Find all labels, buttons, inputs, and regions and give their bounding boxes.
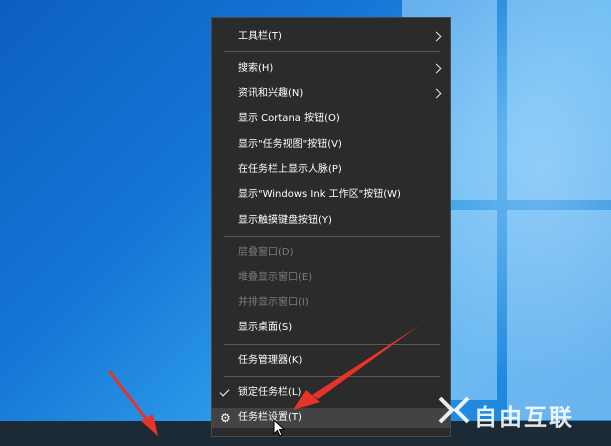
menu-separator [224, 51, 440, 52]
watermark: 自由互联 [430, 388, 611, 436]
menu-item-label: 工具栏(T) [238, 31, 282, 42]
menu-item-label: 资讯和兴趣(N) [238, 88, 304, 99]
checkmark-icon [219, 386, 230, 397]
menu-item-label: 显示桌面(S) [238, 322, 293, 333]
menu-item-show-people[interactable]: 在任务栏上显示人脉(P) [212, 160, 450, 180]
menu-item-label: 堆叠显示窗口(E) [238, 272, 313, 283]
menu-item-toolbars[interactable]: 工具栏(T) [212, 27, 450, 47]
menu-item-show-touch-keyboard[interactable]: 显示触摸键盘按钮(Y) [212, 211, 450, 231]
menu-item-label: 任务管理器(K) [238, 355, 303, 366]
menu-item-label: 显示"任务视图"按钮(V) [238, 139, 342, 150]
menu-item-taskbar-settings[interactable]: ⚙ 任务栏设置(T) [212, 408, 450, 428]
menu-item-label: 搜索(H) [238, 63, 274, 74]
mouse-cursor-icon [273, 419, 286, 437]
menu-item-label: 任务栏设置(T) [238, 412, 302, 423]
taskbar-context-menu: 工具栏(T) 搜索(H) 资讯和兴趣(N) 显示 Cortana 按钮(O) 显… [211, 17, 451, 437]
menu-item-stack-windows: 堆叠显示窗口(E) [212, 268, 450, 288]
menu-item-show-cortana[interactable]: 显示 Cortana 按钮(O) [212, 109, 450, 129]
chevron-right-icon [431, 31, 442, 42]
menu-item-show-desktop[interactable]: 显示桌面(S) [212, 318, 450, 338]
menu-item-label: 锁定任务栏(L) [238, 387, 302, 398]
gear-icon: ⚙ [220, 411, 231, 425]
menu-separator [224, 236, 440, 237]
chevron-right-icon [431, 63, 442, 74]
menu-item-side-by-side-windows: 并排显示窗口(I) [212, 293, 450, 313]
menu-item-news-interests[interactable]: 资讯和兴趣(N) [212, 84, 450, 104]
menu-item-search[interactable]: 搜索(H) [212, 59, 450, 79]
menu-item-task-manager[interactable]: 任务管理器(K) [212, 351, 450, 371]
menu-item-label: 显示"Windows Ink 工作区"按钮(W) [238, 189, 401, 200]
menu-item-show-task-view[interactable]: 显示"任务视图"按钮(V) [212, 135, 450, 155]
menu-item-label: 在任务栏上显示人脉(P) [238, 164, 342, 175]
menu-item-label: 显示触摸键盘按钮(Y) [238, 215, 332, 226]
watermark-text: 自由互联 [474, 405, 574, 431]
chevron-right-icon [431, 88, 442, 99]
menu-separator [224, 376, 440, 377]
watermark-logo-icon [438, 396, 470, 424]
menu-item-label: 并排显示窗口(I) [238, 297, 309, 308]
menu-item-label: 显示 Cortana 按钮(O) [238, 113, 340, 124]
menu-separator [224, 344, 440, 345]
menu-item-label: 层叠窗口(D) [238, 247, 294, 258]
menu-item-show-windows-ink[interactable]: 显示"Windows Ink 工作区"按钮(W) [212, 185, 450, 205]
menu-item-lock-taskbar[interactable]: 锁定任务栏(L) [212, 383, 450, 403]
menu-item-cascade-windows: 层叠窗口(D) [212, 243, 450, 263]
